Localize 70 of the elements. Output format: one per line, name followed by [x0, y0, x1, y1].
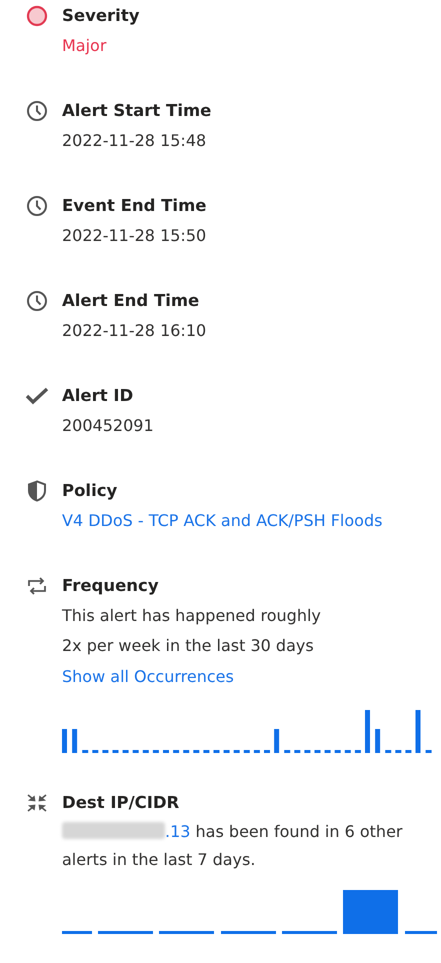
field-label: Event End Time [62, 195, 206, 217]
occurrence-bar [274, 729, 280, 753]
occurrence-bar [224, 750, 230, 753]
occurrence-bar [304, 750, 310, 753]
occurrence-bar [132, 750, 139, 753]
occurrence-bar [365, 710, 370, 753]
time-value: 2022-11-28 15:48 [62, 130, 208, 152]
alert-count-bar [98, 931, 153, 934]
occurrence-bar [214, 750, 220, 753]
occurrence-bar [193, 750, 200, 753]
occurrence-bar [324, 750, 331, 753]
repeat-arrows-icon [27, 576, 47, 596]
clock-icon [26, 100, 48, 122]
alert-id-value: 200452091 [62, 415, 154, 437]
occurrence-bar [294, 750, 300, 753]
ip-link[interactable]: .13 [165, 822, 190, 841]
occurrence-bar [385, 750, 392, 753]
occurrence-bar [142, 750, 149, 753]
field-label: Policy [62, 480, 118, 502]
occurrence-bar [234, 750, 240, 753]
occurrence-bar [112, 750, 118, 753]
policy-link[interactable]: V4 DDoS - TCP ACK and ACK/PSH Floods [62, 511, 382, 530]
alert-count-bar [282, 931, 337, 934]
alert-count-bar [159, 931, 214, 934]
alert-count-bar [221, 931, 276, 934]
occurrence-bar [82, 750, 88, 753]
field-label: Alert ID [62, 385, 134, 407]
occurrence-bar [416, 710, 420, 753]
time-value: 2022-11-28 16:10 [62, 320, 206, 342]
clock-icon [26, 290, 48, 312]
occurrence-bar [344, 750, 351, 753]
occurrence-bar [375, 729, 380, 753]
occurrence-bar [314, 750, 320, 753]
alert-count-bar [405, 931, 437, 934]
occurrence-bar [426, 750, 432, 753]
occurrence-bar [152, 750, 159, 753]
show-occurrences-link[interactable]: Show all Occurrences [62, 667, 234, 686]
field-label: Alert End Time [62, 290, 200, 312]
occurrence-bar [254, 750, 260, 753]
occurrence-bar [405, 750, 412, 753]
field-label: Frequency [62, 575, 160, 597]
compress-arrows-icon [26, 793, 48, 813]
occurrence-bar [92, 750, 98, 753]
occurrence-bar [284, 750, 290, 753]
shield-icon [27, 480, 47, 502]
checkmark-icon [25, 387, 49, 405]
alert-count-bar [343, 890, 398, 934]
occurrence-bar [122, 750, 129, 753]
clock-icon [26, 195, 48, 217]
occurrence-bar [395, 750, 402, 753]
field-label: Severity [62, 5, 140, 27]
frequency-description: This alert has happened roughly 2x per week in the last 30 days [62, 605, 322, 657]
occurrence-bar [183, 750, 190, 753]
occurrence-bar [264, 750, 270, 753]
occurrence-bar [244, 750, 250, 753]
field-label: Alert Start Time [62, 100, 212, 122]
time-value: 2022-11-28 15:50 [62, 225, 206, 247]
occurrence-bar [173, 750, 180, 753]
occurrence-bar [203, 750, 210, 753]
occurrence-bar [102, 750, 108, 753]
occurrence-bar [354, 750, 361, 753]
occurrence-bar [334, 750, 341, 753]
severity-circle-icon [26, 5, 48, 27]
severity-value: Major [62, 35, 108, 57]
occurrence-bar [163, 750, 169, 753]
field-label: Dest IP/CIDR [62, 792, 180, 814]
alert-count-bar [62, 931, 92, 934]
occurrence-bar [62, 729, 67, 753]
dest-ip-description: .13 has been found in 6 other alerts in the last 7 days. [62, 821, 404, 871]
occurrence-bar [72, 729, 78, 753]
